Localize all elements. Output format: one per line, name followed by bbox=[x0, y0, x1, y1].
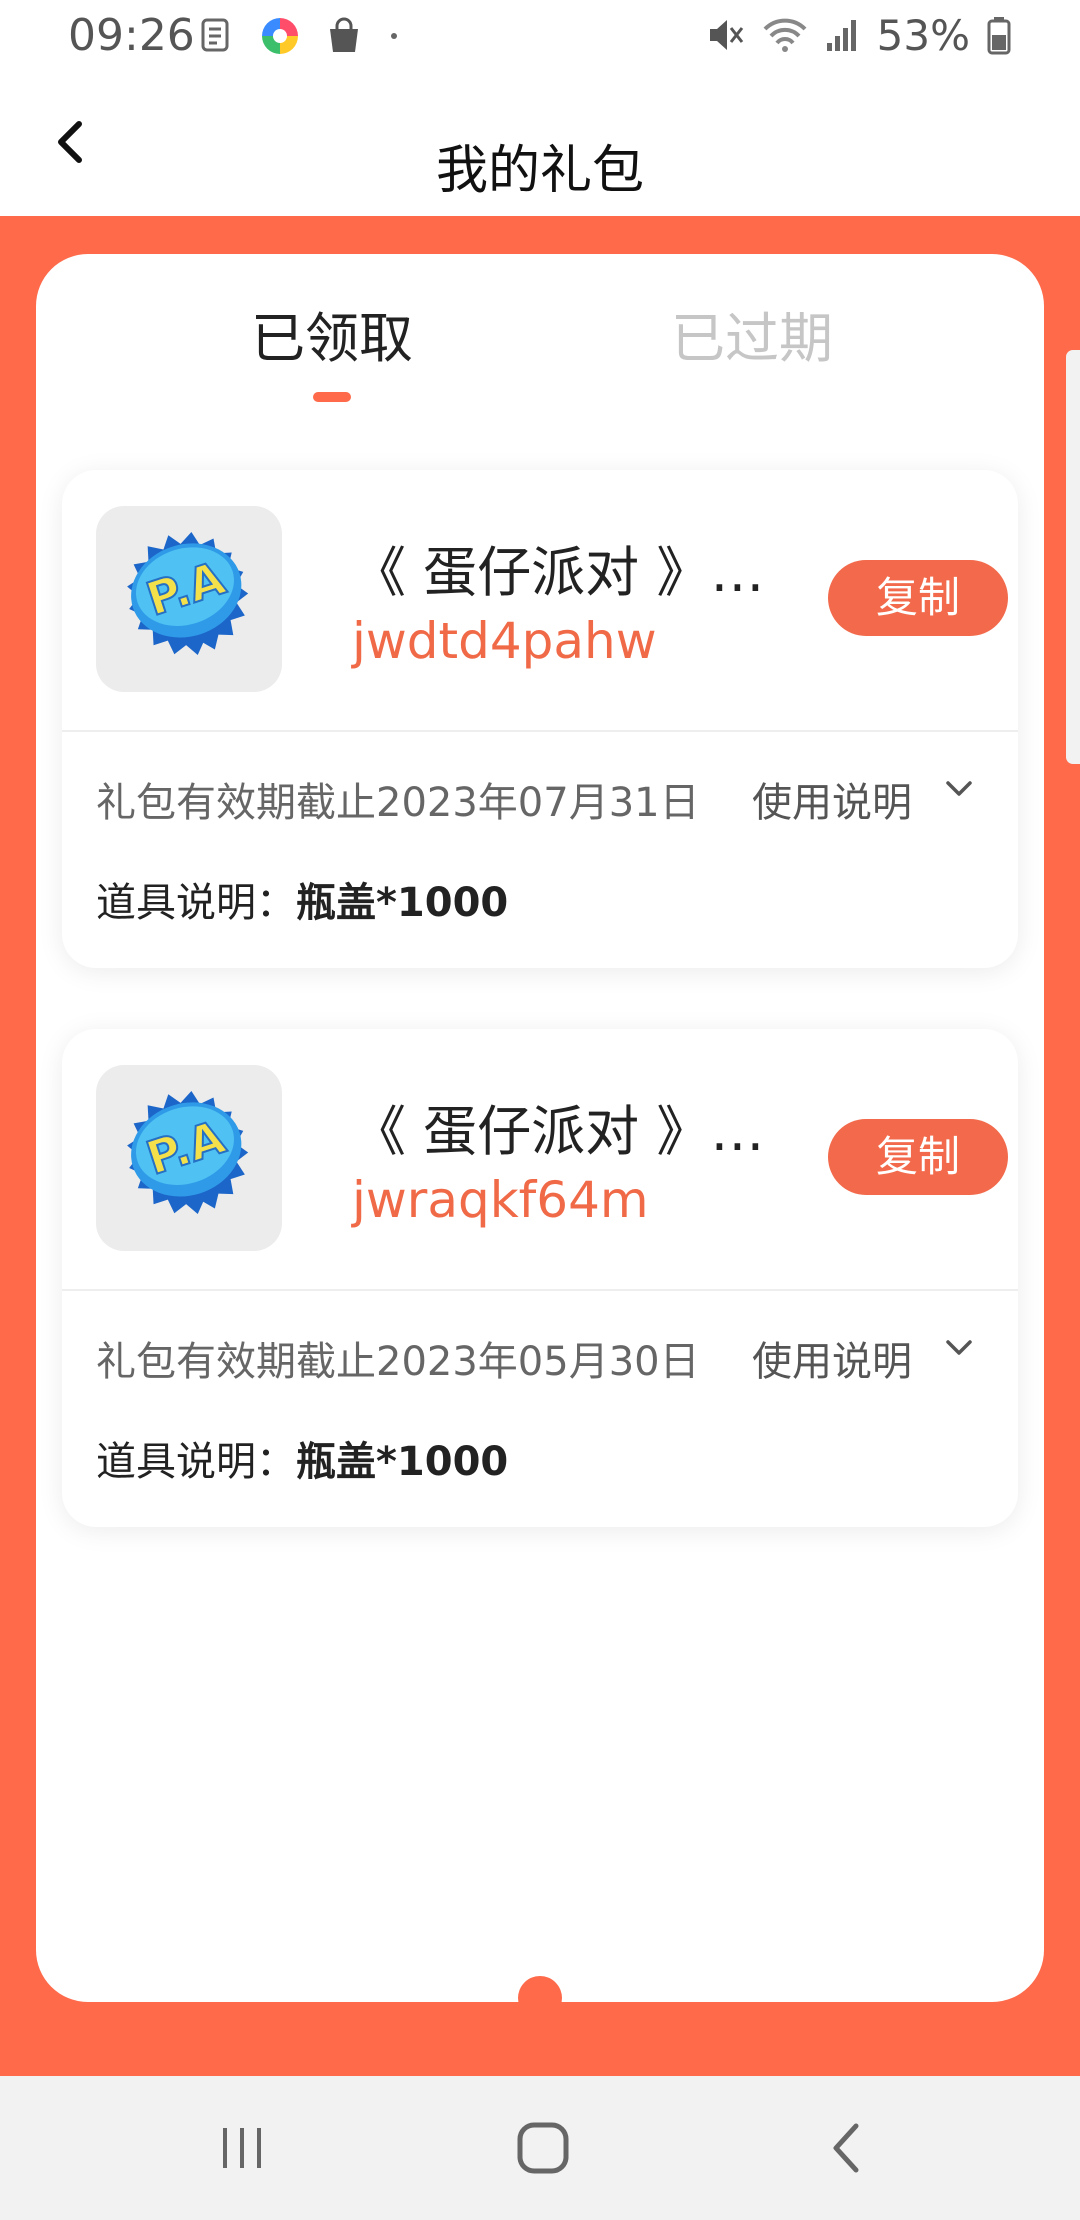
gift-code: jwdtd4pahw bbox=[352, 612, 657, 670]
copy-button[interactable]: 复制 bbox=[828, 1119, 1008, 1195]
shopping-bag-icon bbox=[330, 17, 358, 52]
divider bbox=[62, 730, 1018, 732]
item-description-label: 道具说明： bbox=[96, 1439, 296, 1485]
signal-icon bbox=[826, 20, 856, 51]
page-title: 我的礼包 bbox=[435, 141, 644, 201]
notes-icon bbox=[201, 18, 229, 52]
gift-card: P.A 《 蛋仔派对 》签... jwraqkf64m 复制 礼包有效期截止20… bbox=[62, 1029, 1018, 1527]
copy-button[interactable]: 复制 bbox=[828, 560, 1008, 636]
status-system-icons: 53% bbox=[705, 10, 1012, 60]
bottle-cap-icon: P.A bbox=[127, 1090, 249, 1215]
chevron-down-icon[interactable] bbox=[942, 772, 976, 806]
battery-icon bbox=[987, 17, 1011, 55]
tab-expired[interactable]: 已过期 bbox=[602, 294, 902, 373]
scroll-handle[interactable] bbox=[1066, 350, 1080, 764]
game-icon: P.A bbox=[96, 506, 282, 692]
status-bar: 09:26 53% bbox=[0, 0, 1080, 72]
item-description-label: 道具说明： bbox=[96, 880, 296, 926]
recent-apps-icon bbox=[223, 2128, 261, 2168]
chevron-down-icon[interactable] bbox=[942, 1331, 976, 1365]
expiry-text: 礼包有效期截止2023年05月30日 bbox=[96, 1339, 700, 1385]
back-nav-button[interactable] bbox=[806, 2108, 886, 2188]
wifi-icon bbox=[763, 18, 807, 52]
active-tab-indicator bbox=[313, 392, 351, 402]
gift-list-panel: 已领取 已过期 P.A 《 蛋仔派对 》签... jwdtd4pahw 复制 礼… bbox=[36, 254, 1044, 2002]
system-nav-bar bbox=[0, 2076, 1080, 2220]
item-description-value: 瓶盖*1000 bbox=[296, 880, 509, 926]
status-time: 09:26 bbox=[68, 10, 195, 61]
item-description-value: 瓶盖*1000 bbox=[296, 1439, 509, 1485]
back-icon bbox=[833, 2123, 859, 2173]
divider bbox=[62, 1289, 1018, 1291]
tab-received[interactable]: 已领取 bbox=[182, 294, 482, 373]
home-button[interactable] bbox=[503, 2108, 583, 2188]
item-description: 道具说明：瓶盖*1000 bbox=[96, 870, 508, 928]
screen: 09:26 53% 我的礼包 已领取 已过期 P.A 《 蛋仔派对 》签... … bbox=[0, 0, 1080, 2220]
gift-card: P.A 《 蛋仔派对 》签... jwdtd4pahw 复制 礼包有效期截止20… bbox=[62, 470, 1018, 968]
status-notification-icons bbox=[200, 14, 400, 58]
gift-code: jwraqkf64m bbox=[352, 1171, 649, 1229]
game-icon: P.A bbox=[96, 1065, 282, 1251]
usage-instructions-link[interactable]: 使用说明 bbox=[752, 1329, 912, 1387]
gift-title: 《 蛋仔派对 》签... bbox=[352, 1100, 782, 1163]
dot-icon bbox=[391, 33, 397, 39]
expiry-text: 礼包有效期截止2023年07月31日 bbox=[96, 780, 700, 826]
bottle-cap-icon: P.A bbox=[127, 531, 249, 656]
gift-title: 《 蛋仔派对 》签... bbox=[352, 541, 782, 604]
home-icon bbox=[517, 2122, 569, 2174]
battery-percentage: 53% bbox=[876, 10, 970, 60]
recent-apps-button[interactable] bbox=[202, 2108, 282, 2188]
tab-bar: 已领取 已过期 bbox=[36, 294, 1044, 394]
scroll-indicator-dot bbox=[518, 1976, 562, 2020]
usage-instructions-link[interactable]: 使用说明 bbox=[752, 770, 912, 828]
app-header: 我的礼包 bbox=[0, 72, 1080, 216]
mute-icon bbox=[709, 20, 743, 50]
item-description: 道具说明：瓶盖*1000 bbox=[96, 1429, 508, 1487]
colorful-app-icon bbox=[262, 18, 298, 54]
